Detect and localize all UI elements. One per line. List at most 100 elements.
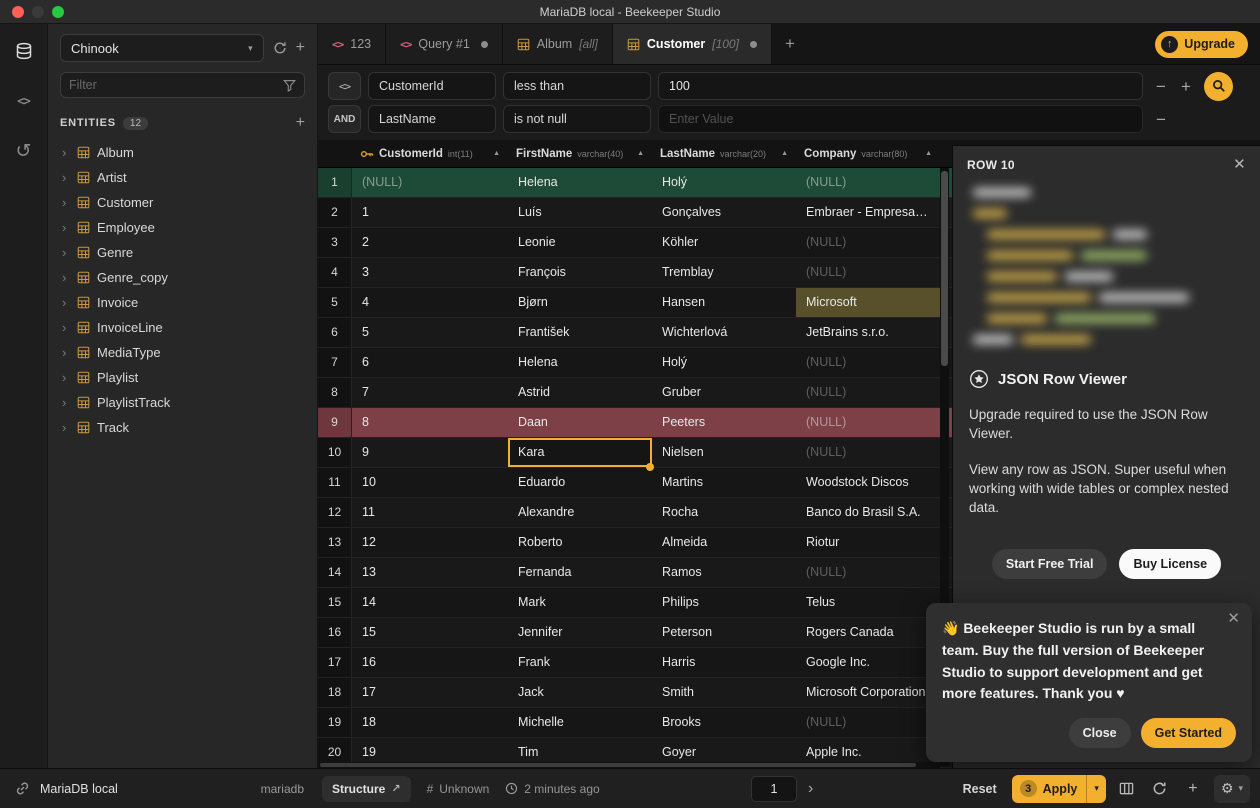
chevron-right-icon[interactable]: › bbox=[62, 195, 70, 210]
remove-filter-button[interactable]: − bbox=[1154, 111, 1168, 128]
row-number[interactable]: 4 bbox=[318, 258, 352, 287]
table-cell[interactable]: (NULL) bbox=[796, 408, 940, 437]
tab-album[interactable]: Album [all] bbox=[503, 24, 613, 64]
close-icon[interactable]: ✕ bbox=[1227, 611, 1240, 626]
table-cell[interactable]: Frank bbox=[508, 648, 652, 677]
structure-button[interactable]: Structure ↗ bbox=[322, 776, 411, 802]
table-cell[interactable]: Harris bbox=[652, 648, 796, 677]
chevron-right-icon[interactable]: › bbox=[62, 295, 70, 310]
chevron-right-icon[interactable]: › bbox=[62, 420, 70, 435]
table-cell[interactable]: JetBrains s.r.o. bbox=[796, 318, 940, 347]
table-cell[interactable]: 5 bbox=[352, 318, 508, 347]
last-refresh-status[interactable]: 2 minutes ago bbox=[505, 782, 599, 796]
row-number[interactable]: 12 bbox=[318, 498, 352, 527]
table-cell[interactable]: Fernanda bbox=[508, 558, 652, 587]
row-number[interactable]: 5 bbox=[318, 288, 352, 317]
sidebar-table-genre[interactable]: › Genre bbox=[60, 240, 305, 265]
row-number[interactable]: 18 bbox=[318, 678, 352, 707]
table-cell[interactable]: (NULL) bbox=[352, 168, 508, 197]
row-number[interactable]: 10 bbox=[318, 438, 352, 467]
table-cell[interactable]: Kara bbox=[508, 438, 652, 467]
queries-nav-button[interactable]: <> bbox=[9, 88, 39, 114]
table-cell[interactable]: Almeida bbox=[652, 528, 796, 557]
sidebar-table-invoice[interactable]: › Invoice bbox=[60, 290, 305, 315]
table-cell[interactable]: Bjørn bbox=[508, 288, 652, 317]
table-cell[interactable]: 9 bbox=[352, 438, 508, 467]
table-cell[interactable]: Alexandre bbox=[508, 498, 652, 527]
minimize-window-button[interactable] bbox=[32, 6, 44, 18]
table-cell[interactable]: (NULL) bbox=[796, 168, 940, 197]
page-number-input[interactable]: 1 bbox=[751, 776, 797, 802]
table-cell[interactable]: Daan bbox=[508, 408, 652, 437]
sidebar-table-playlist[interactable]: › Playlist bbox=[60, 365, 305, 390]
sql-filter-toggle-button[interactable]: <> bbox=[328, 72, 361, 100]
start-free-trial-button[interactable]: Start Free Trial bbox=[992, 549, 1108, 579]
filter-value-input[interactable] bbox=[658, 72, 1143, 100]
table-cell[interactable]: Smith bbox=[652, 678, 796, 707]
table-cell[interactable]: Philips bbox=[652, 588, 796, 617]
add-row-button[interactable]: + bbox=[1181, 780, 1205, 798]
table-cell[interactable]: Holý bbox=[652, 168, 796, 197]
zoom-window-button[interactable] bbox=[52, 6, 64, 18]
remove-filter-button[interactable]: − bbox=[1154, 78, 1168, 95]
table-cell[interactable]: Peterson bbox=[652, 618, 796, 647]
table-cell[interactable]: François bbox=[508, 258, 652, 287]
filter-operator-select[interactable]: less than bbox=[503, 72, 651, 100]
table-cell[interactable]: 8 bbox=[352, 408, 508, 437]
apply-button[interactable]: 3 Apply ▾ bbox=[1012, 775, 1106, 803]
table-cell[interactable]: Banco do Brasil S.A. bbox=[796, 498, 940, 527]
row-number[interactable]: 19 bbox=[318, 708, 352, 737]
table-cell[interactable]: Google Inc. bbox=[796, 648, 940, 677]
close-icon[interactable]: ✕ bbox=[1233, 157, 1246, 172]
tab-query-1[interactable]: <> Query #1 bbox=[386, 24, 503, 64]
next-page-button[interactable]: › bbox=[808, 780, 813, 798]
table-cell[interactable]: Tremblay bbox=[652, 258, 796, 287]
filter-field-select[interactable]: CustomerId bbox=[368, 72, 496, 100]
chevron-right-icon[interactable]: › bbox=[62, 170, 70, 185]
row-number[interactable]: 6 bbox=[318, 318, 352, 347]
chevron-right-icon[interactable]: › bbox=[62, 245, 70, 260]
upgrade-button[interactable]: ↑ Upgrade bbox=[1155, 31, 1248, 58]
table-cell[interactable]: Embraer - Empresa B... bbox=[796, 198, 940, 227]
row-number[interactable]: 2 bbox=[318, 198, 352, 227]
table-cell[interactable]: (NULL) bbox=[796, 438, 940, 467]
table-cell[interactable]: Microsoft bbox=[796, 288, 940, 317]
database-select[interactable]: Chinook ▾ bbox=[60, 34, 264, 62]
entity-filter[interactable] bbox=[60, 72, 305, 98]
row-number[interactable]: 8 bbox=[318, 378, 352, 407]
table-cell[interactable]: Rogers Canada bbox=[796, 618, 940, 647]
table-cell[interactable]: 15 bbox=[352, 618, 508, 647]
table-cell[interactable]: Jack bbox=[508, 678, 652, 707]
reset-button[interactable]: Reset bbox=[957, 782, 1003, 796]
table-cell[interactable]: Leonie bbox=[508, 228, 652, 257]
table-cell[interactable]: Ramos bbox=[652, 558, 796, 587]
filter-field-select[interactable]: LastName bbox=[368, 105, 496, 133]
sort-asc-icon[interactable]: ▲ bbox=[493, 150, 500, 157]
column-menu-icon[interactable]: ▲ bbox=[781, 150, 788, 157]
table-cell[interactable]: Luís bbox=[508, 198, 652, 227]
sidebar-table-genre_copy[interactable]: › Genre_copy bbox=[60, 265, 305, 290]
table-cell[interactable]: (NULL) bbox=[796, 228, 940, 257]
column-menu-icon[interactable]: ▲ bbox=[637, 150, 644, 157]
table-cell[interactable]: 4 bbox=[352, 288, 508, 317]
table-cell[interactable]: Astrid bbox=[508, 378, 652, 407]
chevron-right-icon[interactable]: › bbox=[62, 220, 70, 235]
table-cell[interactable]: Gonçalves bbox=[652, 198, 796, 227]
row-number[interactable]: 16 bbox=[318, 618, 352, 647]
table-cell[interactable]: 1 bbox=[352, 198, 508, 227]
table-cell[interactable]: (NULL) bbox=[796, 258, 940, 287]
sidebar-table-invoiceline[interactable]: › InvoiceLine bbox=[60, 315, 305, 340]
table-cell[interactable]: 16 bbox=[352, 648, 508, 677]
table-cell[interactable]: Wichterlová bbox=[652, 318, 796, 347]
table-cell[interactable]: Jennifer bbox=[508, 618, 652, 647]
table-cell[interactable]: Holý bbox=[652, 348, 796, 377]
row-number[interactable]: 3 bbox=[318, 228, 352, 257]
settings-dropdown-caret[interactable]: ▾ bbox=[1238, 783, 1243, 794]
chevron-right-icon[interactable]: › bbox=[62, 320, 70, 335]
table-cell[interactable]: Peeters bbox=[652, 408, 796, 437]
table-cell[interactable]: Martins bbox=[652, 468, 796, 497]
table-cell[interactable]: 11 bbox=[352, 498, 508, 527]
table-cell[interactable]: (NULL) bbox=[796, 348, 940, 377]
tab-customer[interactable]: Customer [100] bbox=[613, 24, 772, 64]
table-cell[interactable]: 18 bbox=[352, 708, 508, 737]
